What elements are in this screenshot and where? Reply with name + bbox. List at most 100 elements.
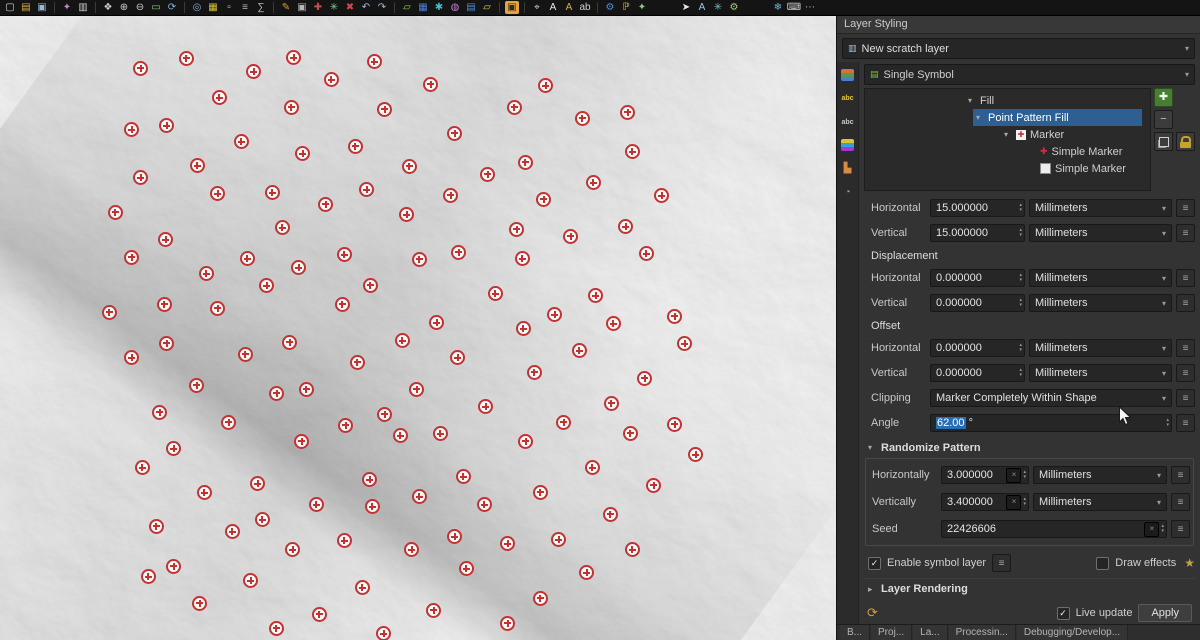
effects-icon[interactable]: ✳ xyxy=(711,1,725,14)
spin-arrows[interactable]: ▴▾ xyxy=(1019,203,1022,213)
data-defined-override-button[interactable]: ≡ xyxy=(1171,520,1190,538)
tab-project[interactable]: Proj... xyxy=(871,625,912,640)
unit-combo[interactable]: Millimeters▾ xyxy=(1029,364,1172,382)
diagrams-icon[interactable]: ▙ xyxy=(840,161,855,175)
clear-value-button[interactable]: × xyxy=(1006,468,1021,483)
project-new-icon[interactable]: ▢ xyxy=(3,1,17,14)
spin-arrows[interactable]: ▴▾ xyxy=(1019,228,1022,238)
attribute-table-icon[interactable]: ≡ xyxy=(238,1,252,14)
python-console-icon[interactable]: ℙ xyxy=(619,1,633,14)
symbology-icon[interactable] xyxy=(841,69,854,81)
tree-expand-icon[interactable]: ▾ xyxy=(976,113,984,122)
spin-arrows[interactable]: ▴▾ xyxy=(1019,368,1022,378)
data-defined-override-button[interactable]: ≡ xyxy=(1176,339,1195,357)
data-defined-override-button[interactable]: ≡ xyxy=(1176,199,1195,217)
draw-effects-checkbox[interactable] xyxy=(1096,557,1109,570)
vertical-spinbox[interactable]: 0.000000▴▾ xyxy=(930,294,1025,312)
symbol-tree-item[interactable]: Simple Marker xyxy=(865,160,1150,177)
horizontal-spinbox[interactable]: 15.000000▴▾ xyxy=(930,199,1025,217)
tab-processing[interactable]: Processin... xyxy=(949,625,1016,640)
add-wms-layer-icon[interactable]: ◍ xyxy=(448,1,462,14)
undo-icon[interactable]: ↶ xyxy=(359,1,373,14)
data-defined-override-button[interactable]: ≡ xyxy=(1176,269,1195,287)
callouts-icon[interactable]: abc xyxy=(840,115,855,129)
select-features-icon[interactable]: ▦ xyxy=(206,1,220,14)
symbol-tree-item[interactable]: ✚Simple Marker xyxy=(865,143,1150,160)
settings-icon[interactable]: ⚙ xyxy=(727,1,741,14)
data-defined-override-button[interactable]: ≡ xyxy=(1171,466,1190,484)
zoom-out-icon[interactable]: ⊖ xyxy=(133,1,147,14)
clear-value-button[interactable]: × xyxy=(1006,495,1021,510)
spin-arrows[interactable]: ▴▾ xyxy=(1019,273,1022,283)
pointer-tool-icon[interactable]: ➤ xyxy=(679,1,693,14)
horizontal-spinbox[interactable]: 0.000000▴▾ xyxy=(930,269,1025,287)
project-open-icon[interactable]: ▤ xyxy=(19,1,33,14)
zoom-in-icon[interactable]: ⊕ xyxy=(117,1,131,14)
data-defined-override-button[interactable]: ≡ xyxy=(1176,364,1195,382)
new-scratch-layer-icon[interactable]: ▱ xyxy=(480,1,494,14)
plugin-manager-icon[interactable]: ✦ xyxy=(635,1,649,14)
zoom-full-icon[interactable]: ▭ xyxy=(149,1,163,14)
project-save-icon[interactable]: ▣ xyxy=(35,1,49,14)
style-manager-icon[interactable]: ✦ xyxy=(60,1,74,14)
unit-combo[interactable]: Millimeters▾ xyxy=(1029,294,1172,312)
clear-value-button[interactable]: × xyxy=(1144,522,1159,537)
labels-icon[interactable]: abc xyxy=(840,91,855,105)
processing-toolbox-icon[interactable]: ⚙ xyxy=(603,1,617,14)
spin-arrows[interactable]: ▴▾ xyxy=(1161,524,1164,534)
data-defined-override-button[interactable]: ≡ xyxy=(1176,389,1195,407)
redo-icon[interactable]: ↷ xyxy=(375,1,389,14)
tab-browser[interactable]: B... xyxy=(840,625,870,640)
data-defined-override-button[interactable]: ≡ xyxy=(1176,294,1195,312)
remove-symbol-layer-button[interactable]: − xyxy=(1154,110,1173,129)
save-edits-icon[interactable]: ▣ xyxy=(295,1,309,14)
identify-features-icon[interactable]: ◎ xyxy=(190,1,204,14)
unit-combo[interactable]: Millimeters▾ xyxy=(1029,339,1172,357)
unit-combo[interactable]: Millimeters▾ xyxy=(1029,199,1172,217)
draw-effects-star-icon[interactable]: ★ xyxy=(1184,556,1195,570)
add-postgis-layer-icon[interactable]: ▤ xyxy=(464,1,478,14)
3d-view-icon[interactable] xyxy=(841,139,854,151)
toggle-editing-icon[interactable]: ✎ xyxy=(279,1,293,14)
auto-apply-icon[interactable]: ⟳ xyxy=(867,605,878,621)
angle-spinbox[interactable]: 62.00 °▴▾ xyxy=(930,414,1172,432)
layer-rendering-section[interactable]: ▸ Layer Rendering xyxy=(864,578,1195,599)
add-symbol-layer-button[interactable]: ✚ xyxy=(1154,88,1173,107)
vertically-spinbox[interactable]: 3.400000×▴▾ xyxy=(941,493,1029,511)
duplicate-symbol-layer-button[interactable] xyxy=(1154,132,1173,151)
spin-arrows[interactable]: ▴▾ xyxy=(1166,418,1169,428)
tree-expand-icon[interactable]: ▾ xyxy=(1004,130,1012,139)
label-toolbar-icon[interactable]: ab xyxy=(578,1,592,14)
label-single-icon[interactable]: A xyxy=(562,1,576,14)
new-map-view-icon[interactable]: ▣ xyxy=(505,1,519,14)
data-defined-override-button[interactable]: ≡ xyxy=(992,554,1011,572)
annotation-icon[interactable]: A xyxy=(695,1,709,14)
seed-spinbox[interactable]: 22426606×▴▾ xyxy=(941,520,1167,538)
horizontally-spinbox[interactable]: 3.000000×▴▾ xyxy=(941,466,1029,484)
symbol-tree-item[interactable]: ▾Point Pattern Fill xyxy=(865,109,1150,126)
symbol-layer-tree[interactable]: ▾Fill▾Point Pattern Fill▾✚Marker✚Simple … xyxy=(864,88,1151,191)
keyboard-shortcuts-icon[interactable]: ⌨ xyxy=(787,1,801,14)
clipping-combo[interactable]: Marker Completely Within Shape▾ xyxy=(930,389,1172,407)
apply-button[interactable]: Apply xyxy=(1138,604,1192,622)
add-vector-layer-icon[interactable]: ▱ xyxy=(400,1,414,14)
unit-combo[interactable]: Millimeters▾ xyxy=(1029,269,1172,287)
add-raster-layer-icon[interactable]: ▦ xyxy=(416,1,430,14)
tree-expand-icon[interactable]: ▾ xyxy=(968,96,976,105)
deselect-features-icon[interactable]: ▫ xyxy=(222,1,236,14)
vertical-spinbox[interactable]: 0.000000▴▾ xyxy=(930,364,1025,382)
print-layout-icon[interactable]: ▥ xyxy=(76,1,90,14)
spin-arrows[interactable]: ▴▾ xyxy=(1023,470,1026,480)
spin-arrows[interactable]: ▴▾ xyxy=(1019,298,1022,308)
lock-symbol-color-button[interactable] xyxy=(1176,132,1195,151)
enable-symbol-layer-checkbox[interactable]: ✓ xyxy=(868,557,881,570)
tab-debugging[interactable]: Debugging/Develop... xyxy=(1017,625,1128,640)
tab-layers[interactable]: La... xyxy=(913,625,947,640)
horizontal-spinbox[interactable]: 0.000000▴▾ xyxy=(930,339,1025,357)
vertex-tool-icon[interactable]: ✳ xyxy=(327,1,341,14)
symbol-tree-item[interactable]: ▾Fill xyxy=(865,92,1150,109)
delete-selected-icon[interactable]: ✖ xyxy=(343,1,357,14)
symbol-type-combo[interactable]: ▤ Single Symbol ▾ xyxy=(864,64,1195,85)
layer-selector[interactable]: ▥ New scratch layer ▾ xyxy=(842,38,1195,59)
refresh-map-icon[interactable]: ⟳ xyxy=(165,1,179,14)
